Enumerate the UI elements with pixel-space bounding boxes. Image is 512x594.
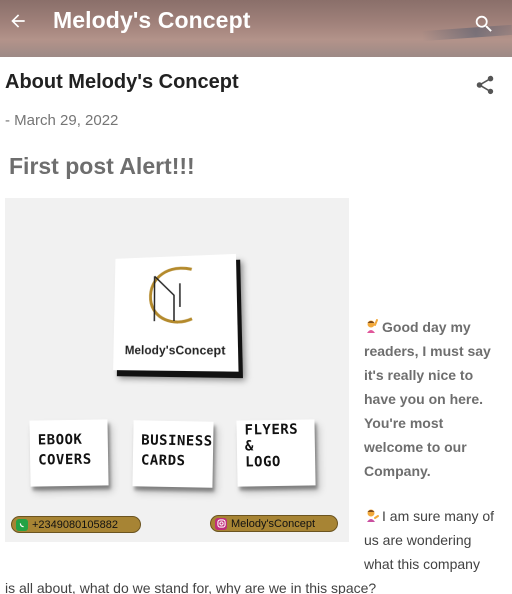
card-line: BUSINESS (141, 430, 207, 451)
logo-card: Melody'sConcept (113, 254, 238, 372)
post-heading: First post Alert!!! (9, 153, 195, 180)
whatsapp-icon (16, 519, 28, 531)
flyers-logo-card: FLYERS & LOGO (236, 419, 315, 486)
whatsapp-contact-pill[interactable]: +2349080105882 (11, 516, 141, 533)
greeting-text: Good day my readers, I must say it's rea… (364, 319, 491, 479)
post-title: About Melody's Concept (5, 71, 239, 94)
ebook-covers-card: EBOOK COVERS (29, 419, 108, 486)
header-background-streak (422, 25, 512, 41)
search-icon (473, 13, 495, 35)
instagram-icon (215, 518, 227, 530)
logo-text: Melody'sConcept (113, 343, 238, 358)
card-line: FLYERS (244, 421, 308, 438)
card-line: & (245, 437, 309, 454)
card-line: LOGO (245, 453, 309, 470)
arrow-back-icon (8, 11, 28, 31)
greeting-paragraph: Good day my readers, I must say it's rea… (364, 315, 504, 483)
person-raising-hand-icon (364, 318, 380, 334)
blog-title[interactable]: Melody's Concept (53, 7, 250, 34)
card-line: CARDS (141, 450, 207, 471)
continuation-text: is all about, what do we stand for, why … (5, 576, 512, 594)
whatsapp-number: +2349080105882 (32, 519, 118, 531)
search-button[interactable] (472, 12, 496, 36)
app-bar: Melody's Concept (0, 0, 512, 57)
share-icon (474, 74, 496, 96)
post-date: - March 29, 2022 (5, 112, 118, 129)
instagram-handle: Melody'sConcept (231, 518, 315, 530)
card-line: EBOOK (38, 429, 102, 450)
instagram-contact-pill[interactable]: Melody'sConcept (210, 515, 338, 532)
wonder-paragraph: I am sure many of us are wondering what … (364, 504, 504, 576)
card-line: COVERS (38, 449, 102, 470)
wonder-text: I am sure many of us are wondering what … (364, 508, 494, 572)
share-button[interactable] (473, 73, 497, 97)
promo-image[interactable]: Melody'sConcept EBOOK COVERS BUSINESS CA… (5, 198, 349, 542)
person-tipping-hand-icon (364, 507, 380, 523)
melodys-concept-logo-mark (141, 261, 203, 331)
business-cards-card: BUSINESS CARDS (132, 420, 213, 487)
back-button[interactable] (6, 9, 30, 33)
